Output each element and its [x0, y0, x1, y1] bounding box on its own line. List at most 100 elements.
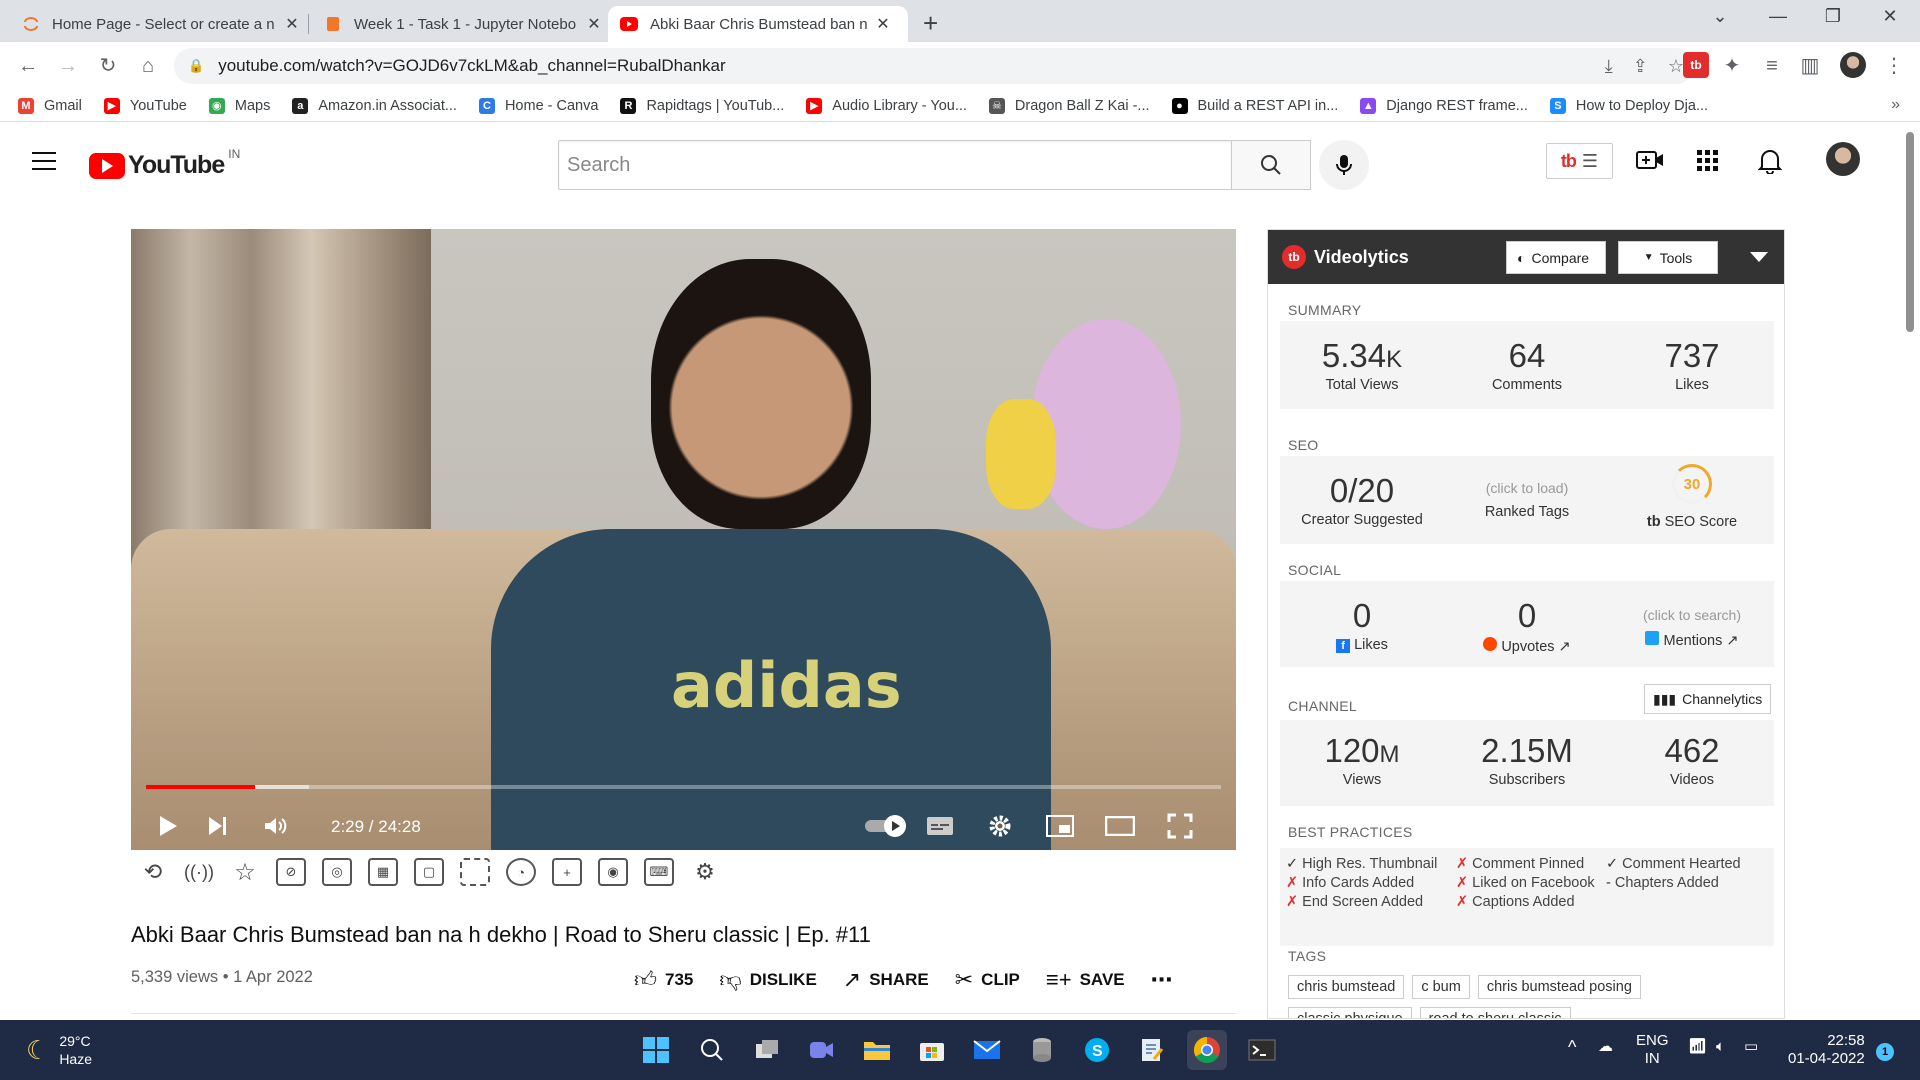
show-hidden-icons[interactable]: ^ [1568, 1038, 1576, 1056]
next-icon[interactable] [201, 809, 235, 843]
home-icon[interactable]: ⌂ [134, 52, 162, 80]
loop-icon[interactable]: ⟲ [138, 858, 168, 886]
file-explorer-icon[interactable] [857, 1030, 897, 1070]
play-icon[interactable] [151, 809, 185, 843]
search-input[interactable]: Search [558, 140, 1232, 190]
bookmark-item[interactable]: ◉ Maps [208, 97, 270, 114]
share-button[interactable]: ↗ SHARE [843, 967, 929, 993]
theater-mode-icon[interactable] [1103, 809, 1137, 843]
language-indicator[interactable]: ENG IN [1636, 1032, 1669, 1068]
wifi-icon[interactable]: 📶︎ [1688, 1038, 1707, 1056]
chrome-icon[interactable] [1187, 1030, 1227, 1070]
youtube-account-avatar[interactable] [1826, 142, 1860, 176]
compare-button[interactable]: ◐ Compare [1506, 241, 1606, 274]
minimize-icon[interactable]: — [1758, 6, 1798, 27]
hamburger-menu-icon[interactable] [32, 152, 56, 170]
collapse-caret-icon[interactable] [1750, 252, 1768, 262]
bookmark-item[interactable]: a Amazon.in Associat... [292, 97, 457, 114]
fullscreen-icon[interactable] [1163, 809, 1197, 843]
keyboard-icon[interactable]: ⌨ [644, 858, 674, 886]
tag-chip[interactable]: c bum [1412, 975, 1470, 999]
task-view-icon[interactable] [747, 1030, 787, 1070]
search-icon[interactable] [692, 1030, 732, 1070]
bookmark-item[interactable]: ● Build a REST API in... [1171, 97, 1338, 114]
notification-badge[interactable]: 1 [1876, 1043, 1894, 1061]
seek-bar[interactable] [146, 785, 1221, 789]
address-bar[interactable]: 🔒 youtube.com/watch?v=GOJD6v7ckLM&ab_cha… [174, 48, 1694, 84]
battery-icon[interactable]: ▭ [1744, 1038, 1758, 1056]
notepad-icon[interactable] [1132, 1030, 1172, 1070]
clock[interactable]: 22:58 01-04-2022 [1788, 1032, 1865, 1068]
add-card-icon[interactable]: + [552, 858, 582, 886]
stat-twitter-mentions[interactable]: (click to search) Mentions ↗ [1610, 607, 1774, 649]
camera-icon[interactable]: ◉ [598, 858, 628, 886]
dislike-button[interactable]: 👎︎ DISLIKE [719, 966, 816, 993]
miniplayer-icon[interactable] [1043, 809, 1077, 843]
screen-select-icon[interactable] [460, 858, 490, 886]
channelytics-button[interactable]: ▮▮▮ Channelytics [1644, 684, 1772, 714]
windows-start-icon[interactable] [636, 1030, 676, 1070]
speed-gauge-icon[interactable]: ◔ [506, 858, 536, 886]
install-icon[interactable]: ⤓ [1605, 56, 1613, 77]
notifications-bell-icon[interactable] [1757, 148, 1783, 179]
picture-frame-icon[interactable]: ▢ [414, 858, 444, 886]
broadcast-icon[interactable]: ((·)) [184, 858, 214, 886]
autoplay-toggle[interactable] [865, 809, 909, 843]
apps-grid-icon[interactable] [1697, 150, 1719, 177]
reload-icon[interactable]: ↻ [94, 52, 122, 80]
new-tab-button[interactable]: + [923, 8, 938, 39]
bookmark-item[interactable]: C Home - Canva [478, 97, 598, 114]
forward-icon[interactable]: → [54, 52, 82, 80]
tag-chip[interactable]: chris bumstead [1288, 975, 1405, 999]
teams-chat-icon[interactable] [802, 1030, 842, 1070]
tab-home-page[interactable]: Home Page - Select or create a n ✕ [10, 6, 313, 42]
terminal-icon[interactable] [1242, 1030, 1282, 1070]
microsoft-store-icon[interactable] [912, 1030, 952, 1070]
star-icon[interactable]: ☆ [230, 858, 260, 886]
stat-ranked-tags[interactable]: (click to load) Ranked Tags [1445, 480, 1609, 520]
volume-icon[interactable] [259, 809, 293, 843]
mail-icon[interactable] [967, 1030, 1007, 1070]
bookmark-item[interactable]: ▲ Django REST frame... [1360, 97, 1528, 114]
stat-reddit-upvotes[interactable]: 0 Upvotes ↗ [1445, 597, 1609, 655]
subtitles-icon[interactable] [923, 809, 957, 843]
more-actions-icon[interactable]: ⋯ [1151, 967, 1173, 993]
database-icon[interactable] [1022, 1030, 1062, 1070]
media-control-icon[interactable]: ≡ [1758, 52, 1786, 80]
back-icon[interactable]: ← [14, 52, 42, 80]
ads-block-icon[interactable]: ⊘ [276, 858, 306, 886]
bookmark-item[interactable]: S How to Deploy Dja... [1549, 97, 1708, 114]
tab-search-icon[interactable]: ⌄ [1700, 6, 1740, 27]
tools-button[interactable]: ▼ Tools [1618, 241, 1718, 274]
tab-youtube-video[interactable]: Abki Baar Chris Bumstead ban na ✕ [608, 6, 908, 42]
bookmark-item[interactable]: M Gmail [18, 97, 82, 114]
close-icon[interactable]: ✕ [874, 14, 892, 34]
bookmark-item[interactable]: ▶ Audio Library - You... [806, 97, 967, 114]
tubebuddy-menu-button[interactable]: tb ☰ [1546, 143, 1613, 179]
video-settings-icon[interactable]: ◎ [322, 858, 352, 886]
video-player[interactable]: adidas 2:29 / 24:28 [131, 229, 1236, 850]
bookmarks-overflow-icon[interactable]: » [1891, 96, 1900, 114]
tag-chip[interactable]: road to sheru classic [1419, 1007, 1571, 1018]
skype-icon[interactable]: S [1077, 1030, 1117, 1070]
extensions-icon[interactable]: ✦ [1718, 52, 1746, 80]
tag-chip[interactable]: classic physique [1288, 1007, 1412, 1018]
restore-icon[interactable]: ❐ [1813, 6, 1853, 27]
like-button[interactable]: 👍︎ 735 [634, 966, 693, 993]
profile-avatar[interactable] [1840, 52, 1866, 78]
lock-icon[interactable]: 🔒 [188, 58, 204, 74]
close-icon[interactable]: ✕ [585, 14, 603, 34]
bookmark-star-icon[interactable]: ☆ [1668, 56, 1684, 77]
youtube-logo[interactable]: YouTube IN [89, 147, 240, 180]
close-icon[interactable]: ✕ [283, 14, 301, 34]
bookmark-item[interactable]: ▶ YouTube [103, 97, 187, 114]
scrollbar-thumb[interactable] [1906, 132, 1914, 332]
tubebuddy-extension-icon[interactable]: tb [1683, 52, 1709, 78]
onedrive-icon[interactable]: ☁ [1598, 1038, 1613, 1056]
weather-widget[interactable]: ☾ 29°C Haze [26, 1032, 92, 1068]
voice-search-button[interactable] [1319, 140, 1369, 190]
gear-icon[interactable]: ⚙ [690, 858, 720, 886]
clapperboard-icon[interactable]: ▦ [368, 858, 398, 886]
search-button[interactable] [1231, 140, 1311, 190]
settings-gear-icon[interactable] [983, 809, 1017, 843]
